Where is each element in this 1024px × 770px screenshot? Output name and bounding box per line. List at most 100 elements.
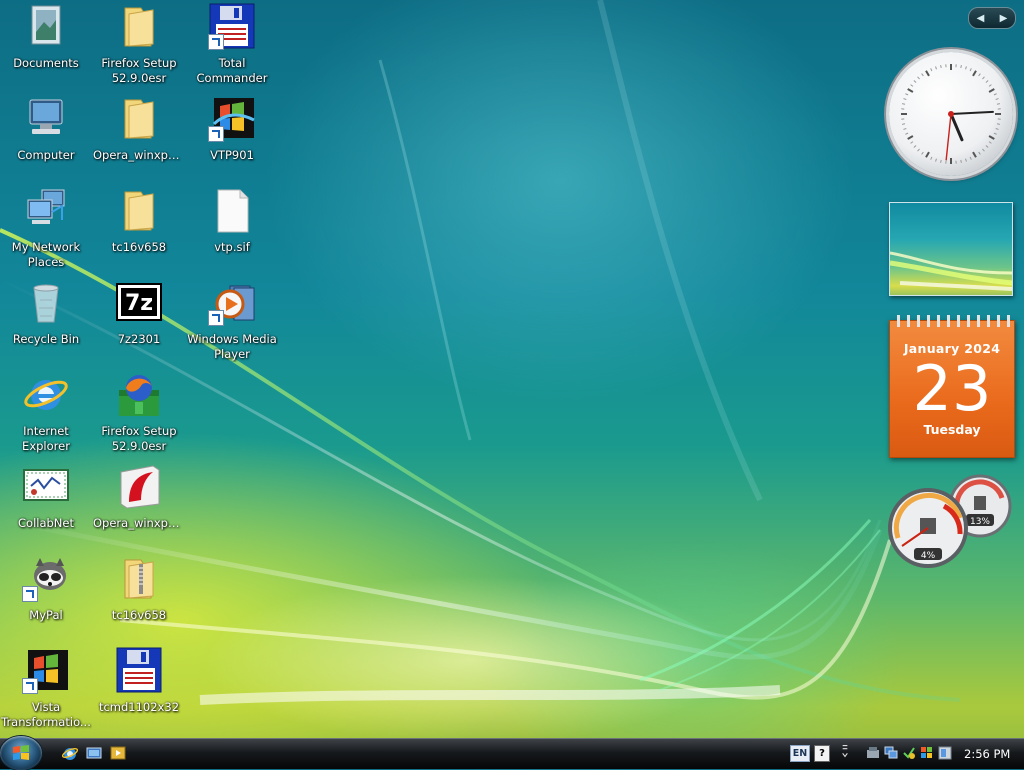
tray-security-icon[interactable] [902,746,916,760]
vtp901-icon [208,94,256,142]
calendar-weekday: Tuesday [890,422,1014,437]
clock-tick [994,133,997,134]
folder-icon [115,2,163,50]
clock-minute-hand [951,112,993,114]
my-network-places-icon [22,186,70,234]
my-network-places-icon-item[interactable]: My Network Places [0,186,92,270]
clock-tick [941,65,942,68]
memory-percent: 13% [970,517,990,527]
shortcut-arrow-icon [208,34,224,50]
tcmd1102x32-icon-item[interactable]: tcmd1102x32 [93,646,185,715]
clock-tick [989,136,994,139]
icon-label: Windows Media Player [186,332,278,362]
icon-label: vtp.sif [186,240,278,255]
calendar-rings [894,315,1010,327]
tc16v658-folder-icon-item[interactable]: tc16v658 [93,186,185,255]
show-desktop-icon[interactable] [86,745,102,761]
language-indicator[interactable]: EN [790,745,810,762]
calendar-gadget[interactable]: January 2024 23 Tuesday [889,320,1015,458]
clock-tick [996,129,999,130]
folder-icon [115,186,163,234]
clock-tick [908,136,913,139]
taskbar-clock[interactable]: 2:56 PM [964,747,1010,761]
clock-gadget[interactable] [889,52,1013,176]
clock-tick [979,152,981,154]
clock-tick [989,85,991,87]
clock-tick [918,77,920,79]
language-bar-options-icon[interactable] [838,744,852,758]
zip-folder-icon [115,554,163,602]
icon-label: Recycle Bin [0,332,92,347]
tray-network-icon[interactable] [884,746,898,760]
clock-tick [996,99,999,100]
icon-label: Opera_winxpvi... [93,148,185,163]
slideshow-gadget[interactable] [889,202,1013,296]
clock-tick [931,68,932,71]
firefox-installer-icon [115,370,163,418]
documents-icon-item[interactable]: Documents [0,2,92,71]
vista-transformation-icon-item[interactable]: Vista Transformatio... [0,646,92,730]
clock-tick [970,157,971,160]
clock-tick [973,71,976,76]
clock-tick [902,124,905,125]
icon-label: My Network Places [0,240,92,270]
clock-tick [926,71,929,76]
help-icon[interactable]: ? [814,745,830,762]
sidebar-next-button[interactable]: ▶ [1000,13,1008,24]
clock-tick [922,74,924,76]
clock-tick [989,89,994,92]
icon-label: Firefox Setup 52.9.0esr [93,56,185,86]
slideshow-picture [890,203,1012,295]
tray-safely-remove-icon[interactable] [866,746,880,760]
computer-icon-item[interactable]: Computer [0,94,92,163]
clock-tick [941,160,942,163]
icon-label: Computer [0,148,92,163]
opera-winxpvi-folder-icon-item[interactable]: Opera_winxpvi... [93,94,185,163]
shortcut-arrow-icon [22,586,38,602]
folder-icon [115,94,163,142]
clock-tick [966,159,967,162]
clock-face [889,52,1013,176]
clock-center [948,111,954,117]
clock-tick [902,104,905,105]
tray-display-icon[interactable] [938,746,952,760]
clock-tick [903,129,906,130]
collabnet-icon-item[interactable]: CollabNet [0,462,92,531]
opera-winxpvi-installer-icon-item[interactable]: Opera_winxpvi... [93,462,185,531]
media-player-icon [208,278,256,326]
clock-tick [936,66,937,69]
firefox-setup-folder-icon-item[interactable]: Firefox Setup 52.9.0esr [93,2,185,86]
mypal-icon-item[interactable]: MyPal [0,554,92,623]
total-commander-icon-item[interactable]: Total Commander [186,2,278,86]
windows-media-player-icon-item[interactable]: Windows Media Player [186,278,278,362]
clock-tick [997,124,1000,125]
tray-windows-update-icon[interactable] [920,746,934,760]
icon-label: 7z2301 [93,332,185,347]
clock-tick [905,133,908,134]
vtp-sif-file-icon-item[interactable]: vtp.sif [186,186,278,255]
vtp901-icon-item[interactable]: VTP901 [186,94,278,163]
clock-tick [918,149,920,151]
internet-explorer-icon-item[interactable]: Internet Explorer [0,370,92,454]
start-button[interactable] [0,736,42,770]
switch-windows-icon[interactable] [110,745,126,761]
icon-label: Total Commander [186,56,278,86]
icon-label: Documents [0,56,92,71]
clock-tick [922,152,924,154]
cpu-meter-gadget[interactable]: 13% 4% [888,474,1014,570]
7z2301-icon-item[interactable]: 7z 7z2301 [93,278,185,347]
firefox-setup-installer-icon-item[interactable]: Firefox Setup 52.9.0esr [93,370,185,454]
collabnet-icon [22,462,70,510]
recycle-bin-icon-item[interactable]: Recycle Bin [0,278,92,347]
tc16v658-zip-icon-item[interactable]: tc16v658 [93,554,185,623]
quick-launch-internet-explorer-icon[interactable] [62,745,78,761]
sidebar-prev-button[interactable]: ◀ [977,13,985,24]
icon-label: tcmd1102x32 [93,700,185,715]
recycle-bin-icon [22,278,70,326]
opera-installer-icon [115,462,163,510]
clock-second-hand [946,114,951,160]
windows-logo-icon [12,745,30,761]
sidebar-navigation[interactable]: ◀ ▶ [968,7,1016,29]
clock-hour-hand [951,114,962,140]
clock-tick [961,160,962,163]
